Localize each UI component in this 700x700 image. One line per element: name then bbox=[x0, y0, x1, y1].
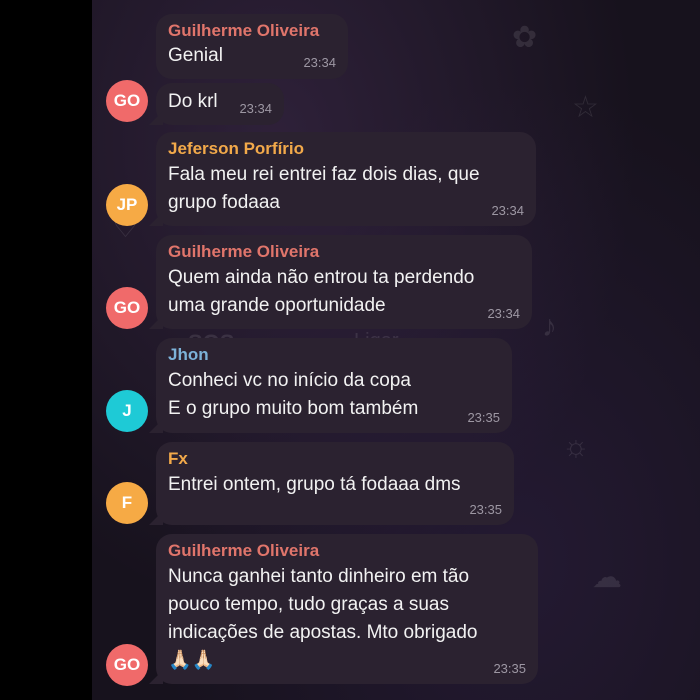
message-time: 23:34 bbox=[239, 101, 272, 116]
message-bubble[interactable]: Guilherme Oliveira Genial 23:34 bbox=[156, 14, 348, 79]
avatar[interactable]: JP bbox=[106, 184, 148, 226]
message-time: 23:34 bbox=[303, 55, 336, 70]
message-bubble[interactable]: Jeferson Porfírio Fala meu rei entrei fa… bbox=[156, 132, 536, 226]
avatar[interactable]: F bbox=[106, 482, 148, 524]
message-text: Fala meu rei entrei faz dois dias, que bbox=[168, 164, 480, 185]
avatar[interactable]: GO bbox=[106, 80, 148, 122]
message-text: E o grupo muito bom também bbox=[168, 398, 419, 419]
avatar[interactable]: J bbox=[106, 390, 148, 432]
sender-name: Guilherme Oliveira bbox=[168, 541, 320, 560]
chat-view[interactable]: ✿ ☆ ♡ ♪ ☼ ☁ ✕ Ligar SOS Guilherme Olivei… bbox=[92, 0, 700, 700]
message-text: Do krl bbox=[168, 91, 218, 112]
star-doodle-icon: ☆ bbox=[572, 91, 599, 124]
message-time: 23:34 bbox=[491, 203, 524, 218]
message-emoji: 🙏🏻🙏🏻 bbox=[168, 650, 216, 671]
music-doodle-icon: ♪ bbox=[542, 310, 557, 343]
message-bubble[interactable]: Fx Entrei ontem, grupo tá fodaaa dms 23:… bbox=[156, 442, 514, 525]
sun-doodle-icon: ☼ bbox=[562, 430, 590, 463]
message-text: pouco tempo, tudo graças a suas bbox=[168, 594, 449, 615]
message-text: Genial bbox=[168, 45, 223, 66]
message-text: Nunca ganhei tanto dinheiro em tão bbox=[168, 566, 470, 587]
avatar[interactable]: GO bbox=[106, 644, 148, 686]
message-time: 23:35 bbox=[469, 502, 502, 517]
message-text: Entrei ontem, grupo tá fodaaa dms bbox=[168, 474, 461, 495]
message-bubble[interactable]: Guilherme Oliveira Nunca ganhei tanto di… bbox=[156, 534, 538, 684]
message-time: 23:35 bbox=[467, 410, 500, 425]
message-time: 23:35 bbox=[493, 661, 526, 676]
sender-name: Jhon bbox=[168, 345, 209, 364]
cloud-doodle-icon: ☁ bbox=[592, 561, 622, 594]
message-bubble[interactable]: Do krl 23:34 bbox=[156, 83, 284, 125]
message-text: uma grande oportunidade bbox=[168, 295, 386, 316]
message-text: grupo fodaaa bbox=[168, 192, 280, 213]
message-time: 23:34 bbox=[487, 306, 520, 321]
sender-name: Fx bbox=[168, 449, 188, 468]
message-text: indicações de apostas. Mto obrigado bbox=[168, 622, 478, 643]
flower-doodle-icon: ✿ bbox=[512, 21, 538, 54]
message-bubble[interactable]: Guilherme Oliveira Quem ainda não entrou… bbox=[156, 235, 532, 329]
avatar[interactable]: GO bbox=[106, 287, 148, 329]
message-text: Conheci vc no início da copa bbox=[168, 370, 411, 391]
sender-name: Guilherme Oliveira bbox=[168, 242, 320, 261]
sender-name: Guilherme Oliveira bbox=[168, 21, 320, 40]
sender-name: Jeferson Porfírio bbox=[168, 139, 305, 158]
message-bubble[interactable]: Jhon Conheci vc no início da copa E o gr… bbox=[156, 338, 512, 433]
message-text: Quem ainda não entrou ta perdendo bbox=[168, 267, 475, 288]
